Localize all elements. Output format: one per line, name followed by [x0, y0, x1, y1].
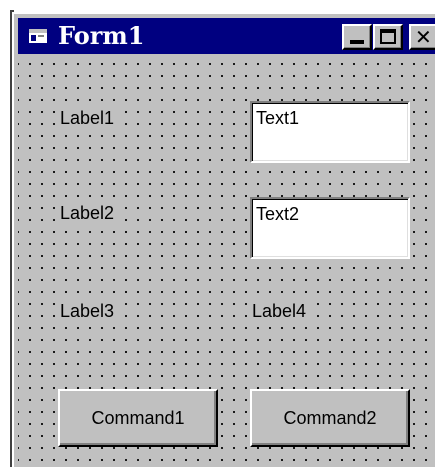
command2-button[interactable]: Command2	[250, 389, 410, 447]
screen: Form1 ✕ Label1 Text1 Label2 Text2 Label3…	[0, 0, 435, 467]
close-button[interactable]: ✕	[409, 24, 435, 50]
label1[interactable]: Label1	[58, 107, 117, 129]
close-icon: ✕	[415, 25, 432, 49]
maximize-button[interactable]	[373, 24, 403, 50]
label3[interactable]: Label3	[58, 300, 117, 322]
label4[interactable]: Label4	[250, 300, 309, 322]
title-bar[interactable]: Form1 ✕	[18, 18, 435, 54]
window-title: Form1	[58, 21, 145, 50]
form-icon[interactable]	[28, 27, 48, 45]
form-window: Form1 ✕ Label1 Text1 Label2 Text2 Label3…	[12, 12, 435, 467]
minimize-button[interactable]	[342, 24, 372, 50]
label2[interactable]: Label2	[58, 202, 117, 224]
command1-button[interactable]: Command1	[58, 389, 218, 447]
text1-textbox[interactable]: Text1	[250, 101, 410, 163]
form-design-surface[interactable]: Label1 Text1 Label2 Text2 Label3 Label4 …	[18, 58, 435, 467]
minimize-icon	[350, 40, 364, 44]
maximize-icon	[380, 29, 396, 44]
text2-textbox[interactable]: Text2	[250, 197, 410, 259]
